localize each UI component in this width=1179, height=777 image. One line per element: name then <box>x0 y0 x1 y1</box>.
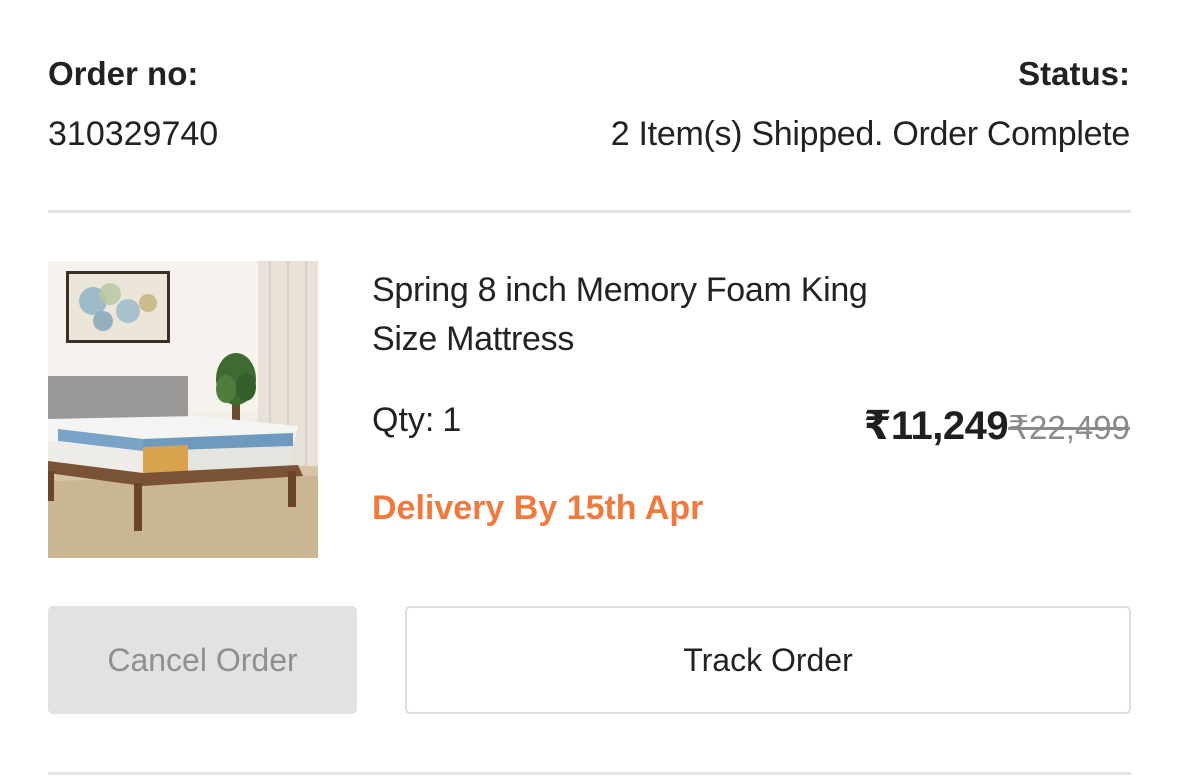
status-text: 2 Item(s) Shipped. Order Complete <box>610 115 1131 153</box>
quantity-value: 1 <box>442 401 462 439</box>
selling-price: ₹11,249 <box>863 404 1009 448</box>
original-price: ₹22,499 <box>1008 409 1130 446</box>
order-number-label: Order no: <box>48 55 199 92</box>
order-card: Order no: 310329740 Status: 2 Item(s) Sh… <box>0 0 1179 777</box>
quantity: Qty: 1 <box>372 401 461 440</box>
order-number: 310329740 <box>48 115 219 153</box>
status-label: Status: <box>1018 55 1130 92</box>
order-header: Order no: 310329740 Status: 2 Item(s) Sh… <box>48 55 1130 165</box>
divider <box>48 210 1131 213</box>
product-name[interactable]: Spring 8 inch Memory Foam King Size Matt… <box>372 266 932 364</box>
price-block: ₹11,249₹22,499 <box>864 403 1130 449</box>
delivery-date: Delivery By 15th Apr <box>372 489 704 527</box>
cancel-order-button[interactable]: Cancel Order <box>48 606 357 714</box>
product-image[interactable] <box>48 261 318 558</box>
mattress-photo <box>48 261 318 558</box>
track-order-button[interactable]: Track Order <box>405 606 1131 714</box>
divider <box>48 772 1131 775</box>
quantity-label: Qty: <box>372 401 435 439</box>
